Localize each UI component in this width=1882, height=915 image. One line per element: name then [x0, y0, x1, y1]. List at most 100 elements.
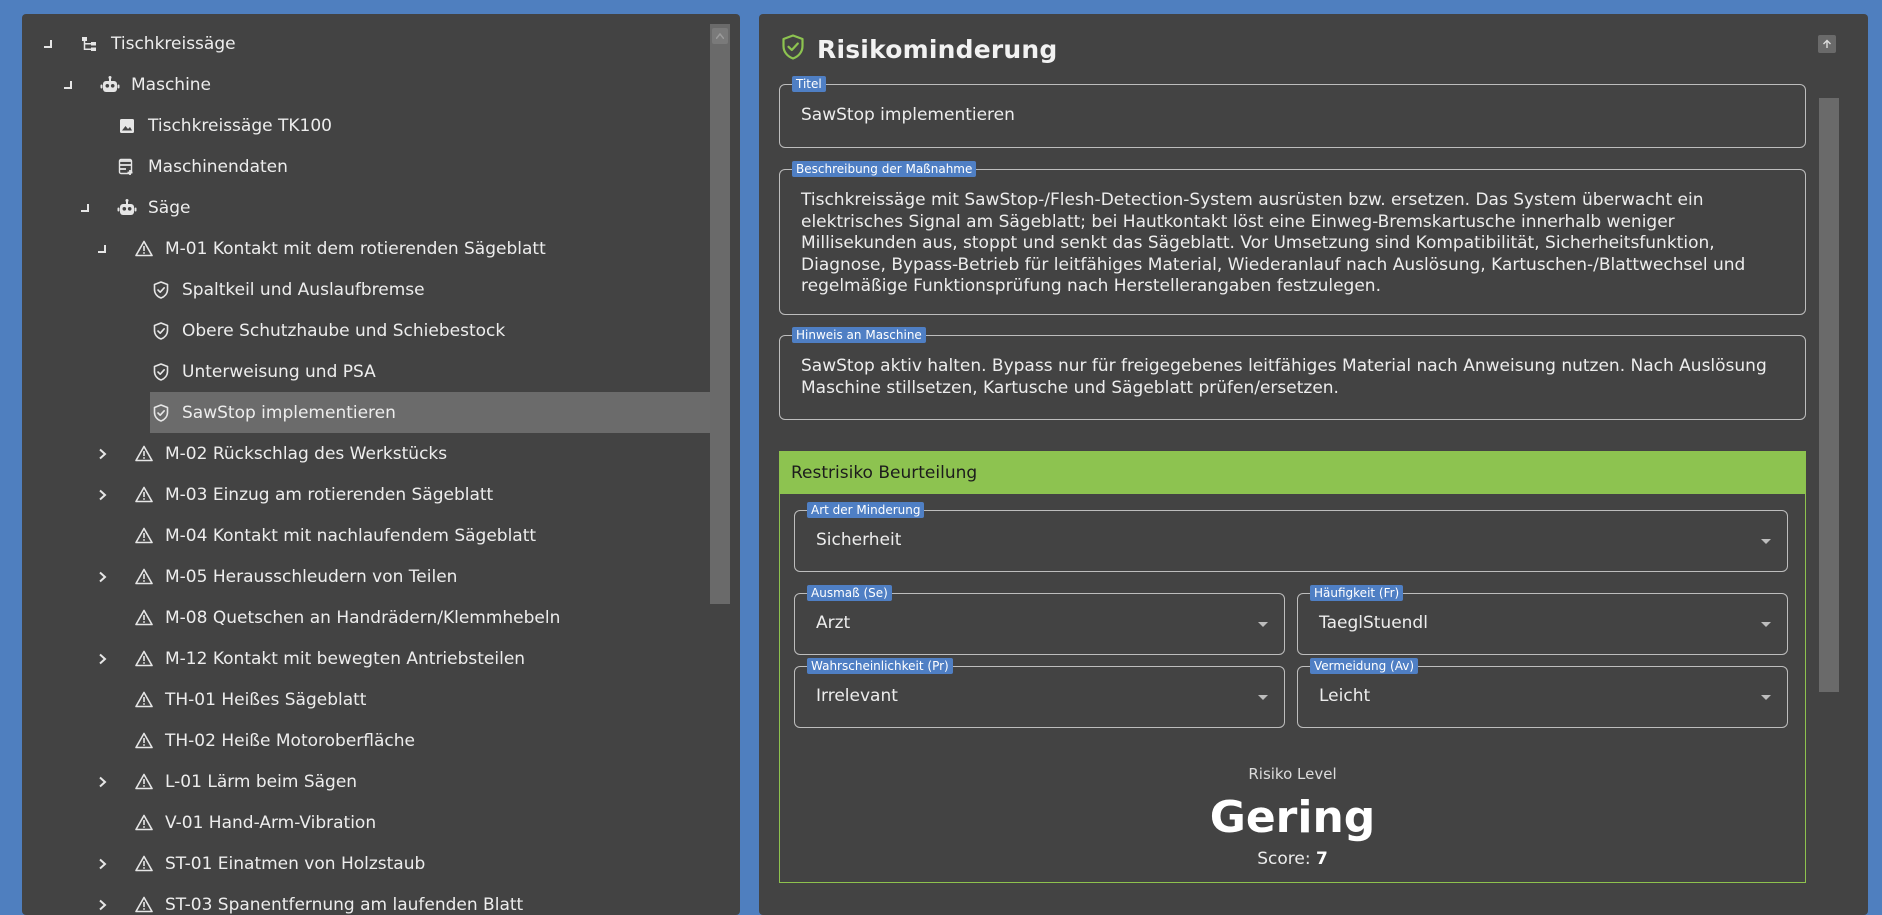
tree-item[interactable]: Maschinendaten	[22, 146, 710, 187]
warning-icon	[134, 649, 154, 669]
restrisiko-header: Restrisiko Beurteilung	[780, 452, 1805, 494]
hierarchy-icon	[80, 34, 100, 54]
tree-scrollbar[interactable]	[710, 24, 730, 604]
scroll-up-icon[interactable]	[712, 28, 728, 44]
tree-item-label: Maschinendaten	[148, 156, 288, 177]
tree-item[interactable]: L-01 Lärm beim Sägen	[22, 761, 710, 802]
tree-item[interactable]: Spaltkeil und Auslaufbremse	[22, 269, 710, 310]
tree-item-label: TH-02 Heiße Motoroberfläche	[165, 730, 415, 751]
tree-item[interactable]: Unterweisung und PSA	[22, 351, 710, 392]
tree-item[interactable]: SawStop implementieren	[150, 392, 710, 433]
expanded-twisty-icon[interactable]	[40, 36, 56, 52]
tree-item[interactable]: ST-01 Einatmen von Holzstaub	[22, 843, 710, 884]
warning-icon	[134, 813, 154, 833]
tree-item[interactable]: TH-01 Heißes Sägeblatt	[22, 679, 710, 720]
score: Score: 7	[780, 849, 1805, 869]
detail-header: Risikominderung	[781, 32, 1058, 66]
warning-icon	[134, 731, 154, 751]
warning-icon	[134, 567, 154, 587]
restrisiko-section: Restrisiko Beurteilung Art der Minderung…	[779, 451, 1806, 883]
warning-icon	[134, 772, 154, 792]
tree-panel: Tischkreissäge Maschine Tischkreissäge TK1…	[22, 14, 740, 915]
tree-item[interactable]: Säge	[22, 187, 710, 228]
data-list-icon	[117, 157, 137, 177]
collapse-up-icon[interactable]	[1818, 35, 1836, 53]
hinweis-value[interactable]: SawStop aktiv halten. Bypass nur für fre…	[801, 356, 1785, 399]
warning-icon	[134, 854, 154, 874]
tree-item-label: Tischkreissäge	[111, 33, 236, 54]
warning-icon	[134, 526, 154, 546]
haeufigkeit-select[interactable]: Häufigkeit (Fr) TaeglStuendl	[1297, 585, 1788, 655]
titel-label: Titel	[792, 76, 826, 92]
chevron-down-icon[interactable]	[1258, 622, 1268, 627]
risiko-level-value: Gering	[1209, 792, 1376, 843]
wahrscheinlichkeit-value: Irrelevant	[816, 686, 898, 706]
wahrscheinlichkeit-label: Wahrscheinlichkeit (Pr)	[807, 658, 953, 674]
wahrscheinlichkeit-select[interactable]: Wahrscheinlichkeit (Pr) Irrelevant	[794, 658, 1285, 728]
chevron-right-icon[interactable]	[94, 897, 110, 913]
robot-icon	[117, 198, 137, 218]
warning-icon	[134, 895, 154, 915]
chevron-down-icon[interactable]	[1761, 539, 1771, 544]
tree-item-label: M-01 Kontakt mit dem rotierenden Sägebla…	[165, 238, 546, 259]
vermeidung-select[interactable]: Vermeidung (Av) Leicht	[1297, 658, 1788, 728]
expanded-twisty-icon[interactable]	[60, 77, 76, 93]
hinweis-label: Hinweis an Maschine	[792, 327, 926, 343]
tree-item[interactable]: V-01 Hand-Arm-Vibration	[22, 802, 710, 843]
tree-item[interactable]: Tischkreissäge	[22, 23, 710, 64]
shield-check-icon	[151, 362, 171, 382]
warning-icon	[134, 444, 154, 464]
chevron-right-icon[interactable]	[94, 569, 110, 585]
chevron-down-icon[interactable]	[1761, 695, 1771, 700]
tree-item[interactable]: M-02 Rückschlag des Werkstücks	[22, 433, 710, 474]
tree-item[interactable]: M-03 Einzug am rotierenden Sägeblatt	[22, 474, 710, 515]
tree-item[interactable]: TH-02 Heiße Motoroberfläche	[22, 720, 710, 761]
image-icon	[117, 116, 137, 136]
tree-item[interactable]: M-12 Kontakt mit bewegten Antriebsteilen	[22, 638, 710, 679]
tree-item[interactable]: Tischkreissäge TK100	[22, 105, 710, 146]
detail-scrollbar[interactable]	[1819, 98, 1839, 692]
beschreibung-label: Beschreibung der Maßnahme	[792, 161, 977, 177]
tree-item-label: M-02 Rückschlag des Werkstücks	[165, 443, 448, 464]
tree-item[interactable]: M-01 Kontakt mit dem rotierenden Sägebla…	[22, 228, 710, 269]
tree-item[interactable]: Obere Schutzhaube und Schiebestock	[22, 310, 710, 351]
detail-panel: Risikominderung Titel SawStop implementi…	[759, 14, 1868, 915]
tree-item-label: Tischkreissäge TK100	[148, 115, 332, 136]
titel-value[interactable]: SawStop implementieren	[801, 105, 1785, 127]
chevron-right-icon[interactable]	[94, 446, 110, 462]
hinweis-field[interactable]: Hinweis an Maschine SawStop aktiv halten…	[779, 327, 1806, 420]
chevron-right-icon[interactable]	[94, 774, 110, 790]
tree-item-label: ST-03 Spanentfernung am laufenden Blatt	[165, 894, 524, 915]
chevron-right-icon[interactable]	[94, 651, 110, 667]
chevron-down-icon[interactable]	[1761, 622, 1771, 627]
tree-item-label: M-12 Kontakt mit bewegten Antriebsteilen	[165, 648, 526, 669]
tree-item-label: V-01 Hand-Arm-Vibration	[165, 812, 377, 833]
tree-item-label: Säge	[148, 197, 191, 218]
tree-item[interactable]: ST-03 Spanentfernung am laufenden Blatt	[22, 884, 710, 915]
expanded-twisty-icon[interactable]	[77, 200, 93, 216]
shield-check-icon	[151, 321, 171, 341]
expanded-twisty-icon[interactable]	[94, 241, 110, 257]
tree-item-label: M-04 Kontakt mit nachlaufendem Sägeblatt	[165, 525, 537, 546]
beschreibung-value[interactable]: Tischkreissäge mit SawStop-/Flesh-Detect…	[801, 190, 1785, 298]
vermeidung-label: Vermeidung (Av)	[1310, 658, 1419, 674]
tree-item[interactable]: M-08 Quetschen an Handrädern/Klemmhebeln	[22, 597, 710, 638]
warning-icon	[134, 239, 154, 259]
art-label: Art der Minderung	[807, 502, 925, 518]
risiko-level-label: Risiko Level	[1248, 765, 1337, 783]
tree-item[interactable]: M-05 Herausschleudern von Teilen	[22, 556, 710, 597]
hazard-tree: Tischkreissäge Maschine Tischkreissäge TK1…	[22, 23, 710, 915]
haeufigkeit-label: Häufigkeit (Fr)	[1310, 585, 1404, 601]
tree-item-label: Spaltkeil und Auslaufbremse	[182, 279, 425, 300]
art-der-minderung-select[interactable]: Art der Minderung Sicherheit	[794, 502, 1788, 572]
beschreibung-field[interactable]: Beschreibung der Maßnahme Tischkreissäge…	[779, 161, 1806, 315]
chevron-down-icon[interactable]	[1258, 695, 1268, 700]
titel-field[interactable]: Titel SawStop implementieren	[779, 76, 1806, 148]
score-label: Score:	[1257, 849, 1311, 869]
chevron-right-icon[interactable]	[94, 856, 110, 872]
chevron-right-icon[interactable]	[94, 487, 110, 503]
tree-item[interactable]: Maschine	[22, 64, 710, 105]
tree-item[interactable]: M-04 Kontakt mit nachlaufendem Sägeblatt	[22, 515, 710, 556]
tree-item-label: ST-01 Einatmen von Holzstaub	[165, 853, 426, 874]
ausmass-select[interactable]: Ausmaß (Se) Arzt	[794, 585, 1285, 655]
